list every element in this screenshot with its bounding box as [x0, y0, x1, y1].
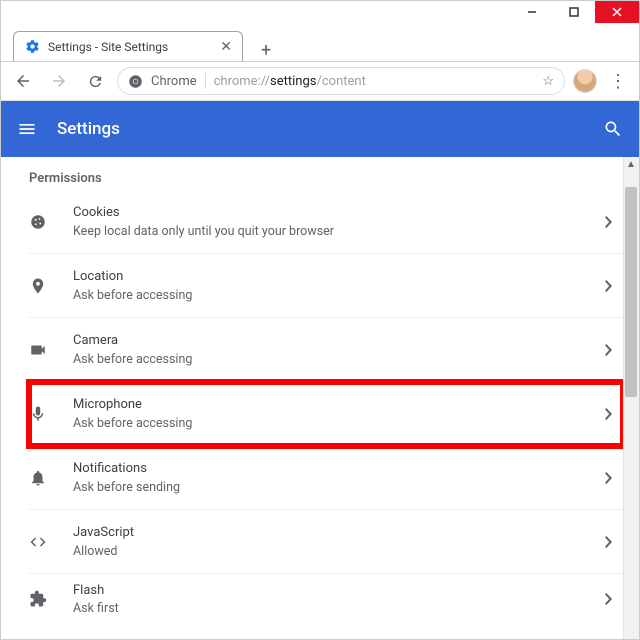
camera-icon [29, 341, 73, 359]
row-sub: Ask before sending [73, 479, 605, 497]
row-sub: Ask first [73, 600, 605, 618]
scrollbar-thumb[interactable] [625, 187, 637, 397]
gear-icon [24, 39, 40, 55]
section-title: Permissions [29, 171, 623, 186]
close-tab-icon[interactable]: ✕ [220, 39, 232, 55]
extension-icon [29, 590, 73, 608]
permission-row-cookies[interactable]: CookiesKeep local data only until you qu… [29, 190, 623, 254]
bell-icon [29, 469, 73, 487]
chrome-icon [128, 74, 143, 89]
permission-row-javascript[interactable]: JavaScriptAllowed [29, 510, 623, 574]
content-area: ▲ Permissions CookiesKeep local data onl… [1, 157, 639, 639]
row-title: Flash [73, 581, 605, 601]
scroll-up-arrow[interactable]: ▲ [623, 157, 639, 171]
browser-tab[interactable]: Settings - Site Settings ✕ [13, 31, 243, 61]
chevron-right-icon [605, 593, 613, 605]
hamburger-icon[interactable] [17, 119, 37, 139]
row-sub: Allowed [73, 543, 605, 561]
scrollbar-track[interactable]: ▲ [623, 157, 639, 639]
menu-button[interactable]: ⋮ [605, 71, 631, 92]
search-icon[interactable] [603, 119, 623, 139]
url-text: chrome://settings/content [214, 74, 366, 89]
permission-row-location[interactable]: LocationAsk before accessing [29, 254, 623, 318]
settings-header: Settings [1, 101, 639, 157]
settings-title: Settings [57, 119, 120, 139]
row-title: Location [73, 267, 605, 287]
location-icon [29, 277, 73, 295]
window-minimize-button[interactable] [511, 1, 553, 23]
scheme-label: Chrome [151, 74, 197, 89]
permission-row-flash[interactable]: FlashAsk first [29, 574, 623, 624]
microphone-icon [29, 405, 73, 423]
row-sub: Ask before accessing [73, 287, 605, 305]
permission-row-microphone[interactable]: MicrophoneAsk before accessing [29, 382, 623, 446]
reload-button[interactable] [81, 67, 109, 95]
new-tab-button[interactable]: + [255, 40, 277, 61]
forward-button[interactable] [45, 67, 73, 95]
row-title: Notifications [73, 459, 605, 479]
window-close-button[interactable] [595, 1, 639, 23]
row-sub: Ask before accessing [73, 415, 605, 433]
window-maximize-button[interactable] [553, 1, 595, 23]
row-sub: Ask before accessing [73, 351, 605, 369]
chevron-right-icon [605, 344, 613, 356]
code-icon [29, 533, 73, 551]
bookmark-star-icon[interactable]: ☆ [542, 74, 554, 89]
row-title: JavaScript [73, 523, 605, 543]
chevron-right-icon [605, 280, 613, 292]
chevron-right-icon [605, 408, 613, 420]
row-title: Cookies [73, 203, 605, 223]
tab-strip: Settings - Site Settings ✕ + [1, 27, 639, 61]
chevron-right-icon [605, 536, 613, 548]
chevron-right-icon [605, 216, 613, 228]
permission-row-camera[interactable]: CameraAsk before accessing [29, 318, 623, 382]
divider [205, 73, 206, 89]
permission-row-notifications[interactable]: NotificationsAsk before sending [29, 446, 623, 510]
row-sub: Keep local data only until you quit your… [73, 223, 605, 241]
tab-title: Settings - Site Settings [48, 40, 168, 54]
row-title: Camera [73, 331, 605, 351]
window-titlebar [1, 1, 639, 27]
cookie-icon [29, 213, 73, 231]
back-button[interactable] [9, 67, 37, 95]
address-bar[interactable]: Chrome chrome://settings/content ☆ [117, 67, 565, 95]
profile-avatar[interactable] [573, 69, 597, 93]
row-title: Microphone [73, 395, 605, 415]
toolbar: Chrome chrome://settings/content ☆ ⋮ [1, 61, 639, 101]
chevron-right-icon [605, 472, 613, 484]
